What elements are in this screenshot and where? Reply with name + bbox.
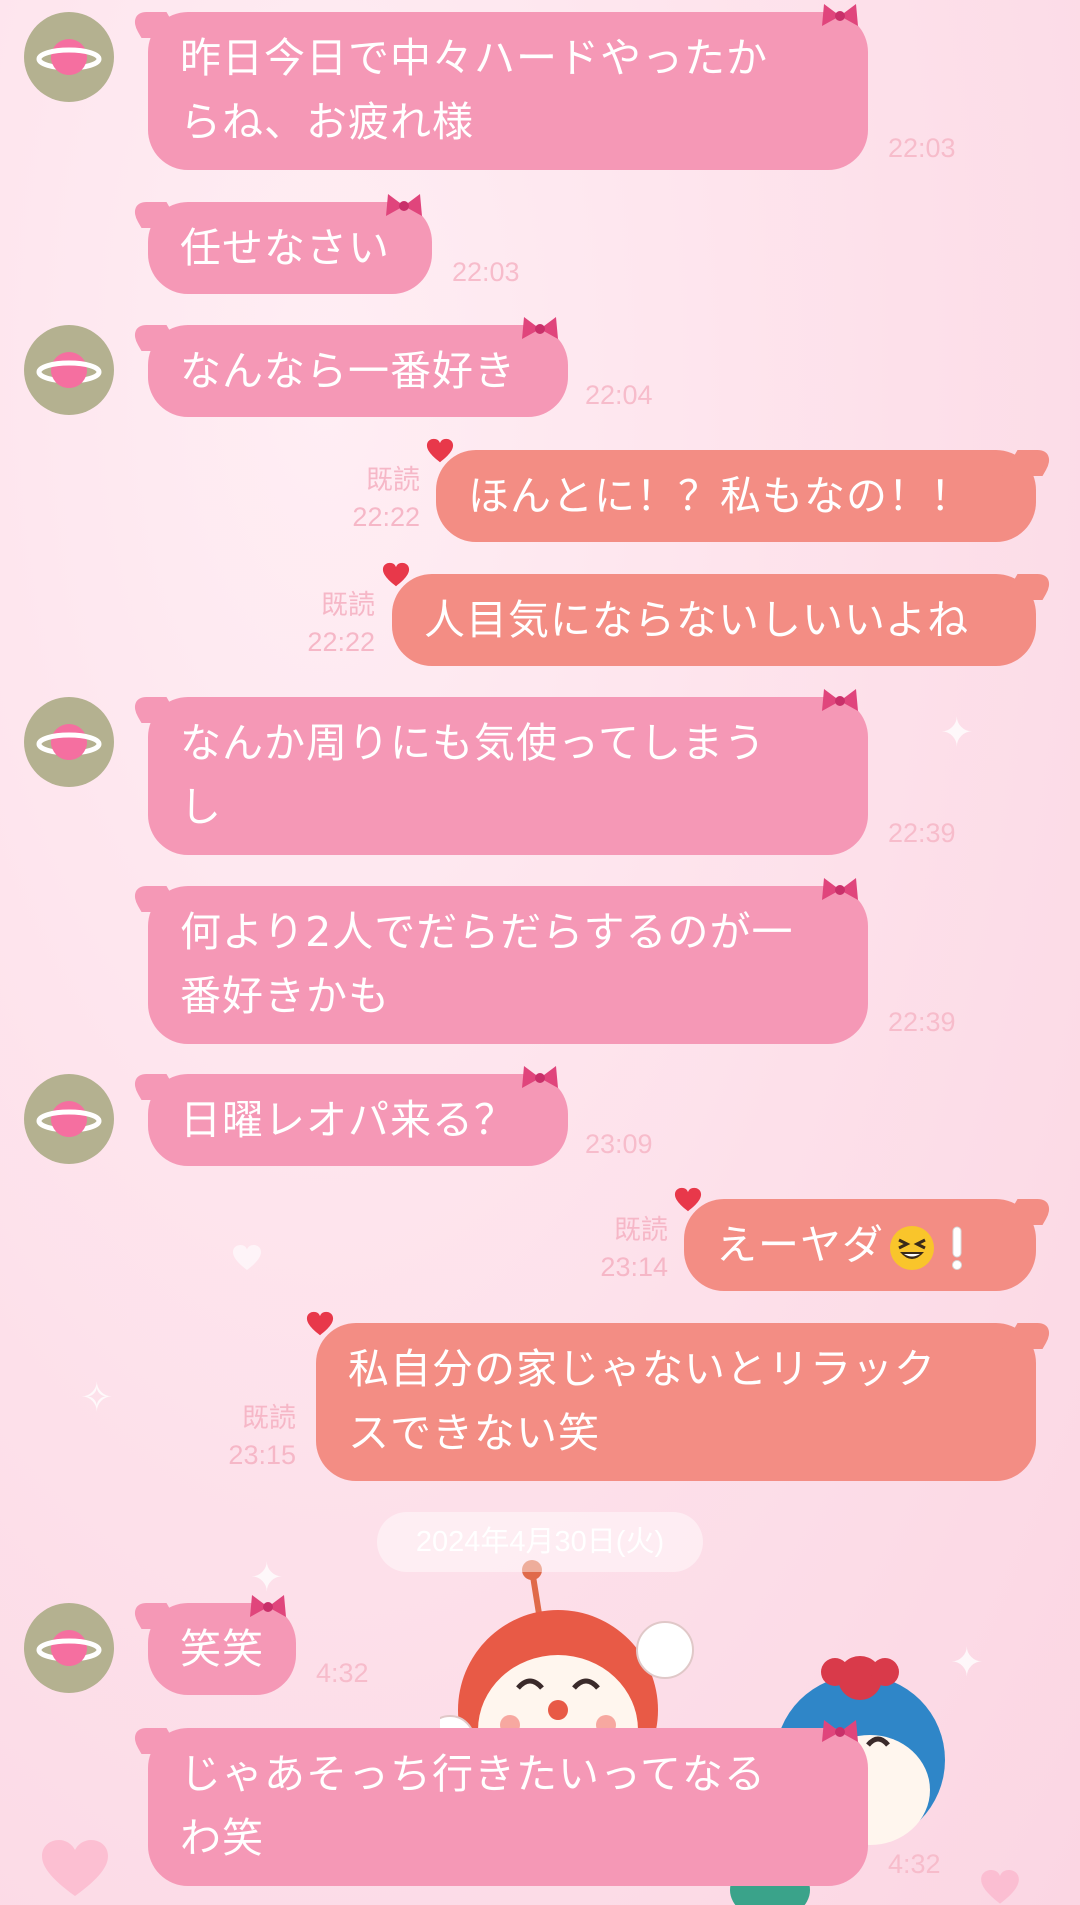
message-text: えーヤダ: [716, 1213, 1004, 1277]
red-heart-icon: [674, 1187, 702, 1212]
pink-bow-icon: [822, 689, 858, 711]
message-bubble[interactable]: えーヤダ: [674, 1187, 1036, 1291]
planet-icon: [36, 1101, 102, 1137]
message-bubble[interactable]: 任せなさい: [148, 194, 432, 294]
pink-bow-icon: [386, 194, 422, 216]
read-label: 既読: [614, 1215, 668, 1245]
chat-area[interactable]: ✦ ✦ ✦ ✧ 昨日今日で中々ハードやったか らね、お疲れ様 22:03 任せな…: [0, 0, 1080, 1905]
avatar[interactable]: [24, 12, 114, 102]
avatar[interactable]: [24, 1074, 114, 1164]
heart-decoration-icon: [981, 1870, 1019, 1904]
timestamp: 22:03: [452, 257, 520, 287]
timestamp: 22:22: [352, 502, 420, 532]
sparkle-decoration: ✦: [940, 710, 974, 756]
message-text: し: [180, 783, 222, 831]
pink-bow-icon: [822, 878, 858, 900]
message-text: 日曜レオパ来る？: [180, 1096, 516, 1144]
timestamp: 4:32: [888, 1849, 941, 1879]
sparkle-decoration: ✧: [80, 1375, 114, 1421]
avatar[interactable]: [24, 697, 114, 787]
timestamp: 4:32: [316, 1658, 369, 1688]
sparkle-decoration: ✦: [950, 1640, 984, 1686]
message-bubble[interactable]: ほんとに！？私もなの！！: [426, 438, 1036, 542]
pink-bow-icon: [250, 1595, 286, 1617]
read-receipt: 既読 22:22: [330, 462, 420, 536]
planet-icon: [36, 352, 102, 388]
read-label: 既読: [242, 1403, 296, 1433]
planet-icon: [36, 39, 102, 75]
heart-decoration-icon: [233, 1245, 261, 1270]
avatar[interactable]: [24, 1603, 114, 1693]
red-heart-icon: [382, 562, 410, 587]
pink-bow-icon: [822, 1720, 858, 1742]
message-bubble[interactable]: じゃあそっち行きたいってなる わ笑: [148, 1720, 868, 1886]
planet-icon: [36, 724, 102, 760]
timestamp: 23:09: [585, 1129, 653, 1159]
message-text-prefix: えーヤダ: [716, 1221, 884, 1269]
read-receipt: 既読 23:14: [578, 1212, 668, 1286]
message-text: なんなら一番好き: [180, 347, 516, 395]
timestamp: 22:04: [585, 380, 653, 410]
exclamation-icon: [952, 1226, 962, 1270]
message-text: 番好きかも: [180, 972, 390, 1020]
read-label: 既読: [366, 465, 420, 495]
message-text: 任せなさい: [180, 224, 390, 272]
pink-bow-icon: [822, 4, 858, 26]
timestamp: 22:22: [307, 627, 375, 657]
message-text: スできない笑: [348, 1409, 600, 1457]
message-text: わ笑: [180, 1814, 264, 1862]
message-bubble[interactable]: なんなら一番好き: [148, 317, 568, 417]
red-heart-icon: [306, 1311, 334, 1336]
message-bubble[interactable]: なんか周りにも気使ってしまう し: [148, 689, 868, 855]
red-heart-icon: [426, 438, 454, 463]
message-bubble[interactable]: 人目気にならないしいいよね: [382, 562, 1036, 666]
timestamp: 22:39: [888, 1007, 956, 1037]
message-bubble[interactable]: 笑笑: [148, 1595, 296, 1695]
timestamp: 22:03: [888, 133, 956, 163]
message-text: ほんとに！？私もなの！！: [468, 472, 972, 520]
message-text: 人目気にならないしいいよね: [424, 596, 970, 644]
pink-bow-icon: [522, 317, 558, 339]
message-text: 笑笑: [180, 1625, 264, 1673]
heart-decoration-icon: [42, 1840, 108, 1896]
message-bubble[interactable]: 何より2人でだらだらするのが一 番好きかも: [148, 878, 868, 1044]
date-separator: 2024年4月30日(火): [377, 1512, 703, 1572]
timestamp: 23:14: [600, 1252, 668, 1282]
timestamp: 23:15: [228, 1440, 296, 1470]
timestamp: 22:39: [888, 818, 956, 848]
read-receipt: 既読 23:15: [206, 1400, 296, 1474]
planet-icon: [36, 1630, 102, 1666]
message-text: なんか周りにも気使ってしまう: [180, 719, 766, 767]
message-bubble[interactable]: 私自分の家じゃないとリラック スできない笑: [306, 1311, 1036, 1481]
message-text: らね、お疲れ様: [180, 98, 474, 146]
message-text: 何より2人でだらだらするのが一: [180, 908, 794, 956]
message-text: 私自分の家じゃないとリラック: [348, 1345, 936, 1393]
pink-bow-icon: [522, 1066, 558, 1088]
read-receipt: 既読 22:22: [285, 587, 375, 661]
message-text: じゃあそっち行きたいってなる: [180, 1750, 766, 1798]
avatar[interactable]: [24, 325, 114, 415]
read-label: 既読: [321, 590, 375, 620]
grinning-squinting-face-emoji: [890, 1226, 934, 1270]
message-bubble[interactable]: 昨日今日で中々ハードやったか らね、お疲れ様: [148, 4, 868, 170]
message-text: 昨日今日で中々ハードやったか: [180, 34, 768, 82]
message-bubble[interactable]: 日曜レオパ来る？: [148, 1066, 568, 1166]
